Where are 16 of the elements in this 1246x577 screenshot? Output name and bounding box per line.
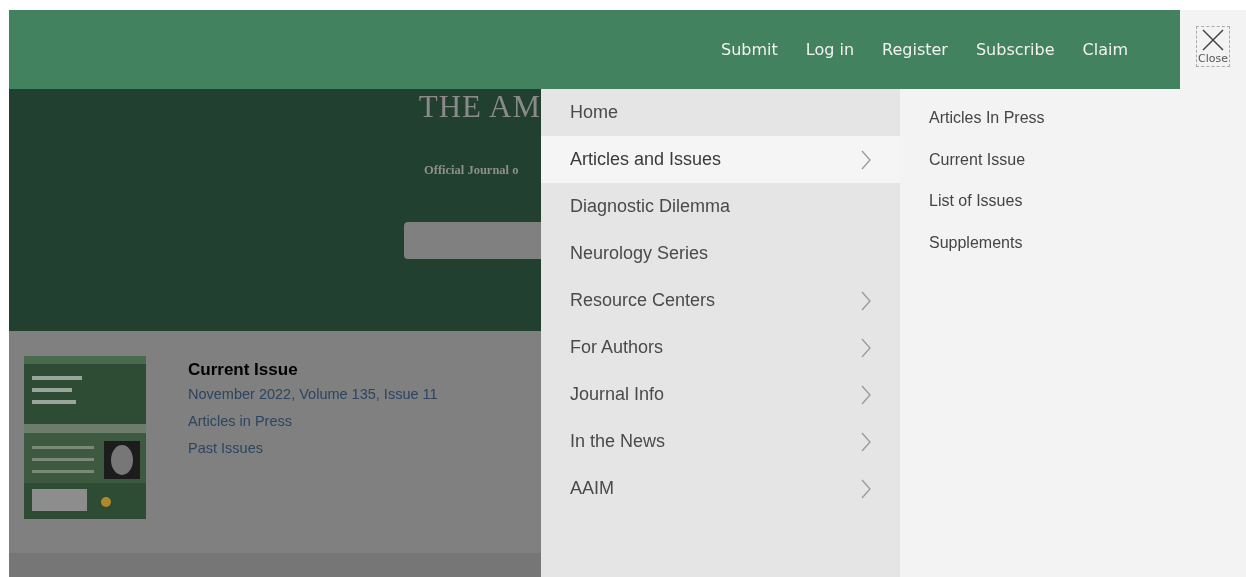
nav-link[interactable]: Claim	[1068, 40, 1142, 59]
close-icon	[1201, 28, 1225, 52]
journal-title: THE AM	[418, 89, 541, 125]
submenu-item[interactable]: List of Issues	[929, 192, 1023, 210]
journal-subtitle: Official Journal o	[424, 163, 520, 178]
close-button[interactable]: Close	[1196, 26, 1230, 67]
search-field[interactable]	[404, 222, 541, 259]
nav-link[interactable]: Subscribe	[961, 40, 1069, 59]
submenu-item[interactable]: Supplements	[929, 233, 1023, 252]
nav-link[interactable]: Log in	[791, 40, 869, 59]
submenu-item[interactable]: Current Issue	[929, 150, 1026, 169]
nav-link[interactable]: Register	[868, 40, 962, 59]
submenu-item[interactable]: Articles In Press	[929, 109, 1045, 127]
menu-item[interactable]: Articles and Issues	[541, 136, 900, 183]
section-heading: Current Issue	[188, 360, 298, 380]
nav-link[interactable]: Submit	[707, 40, 792, 59]
